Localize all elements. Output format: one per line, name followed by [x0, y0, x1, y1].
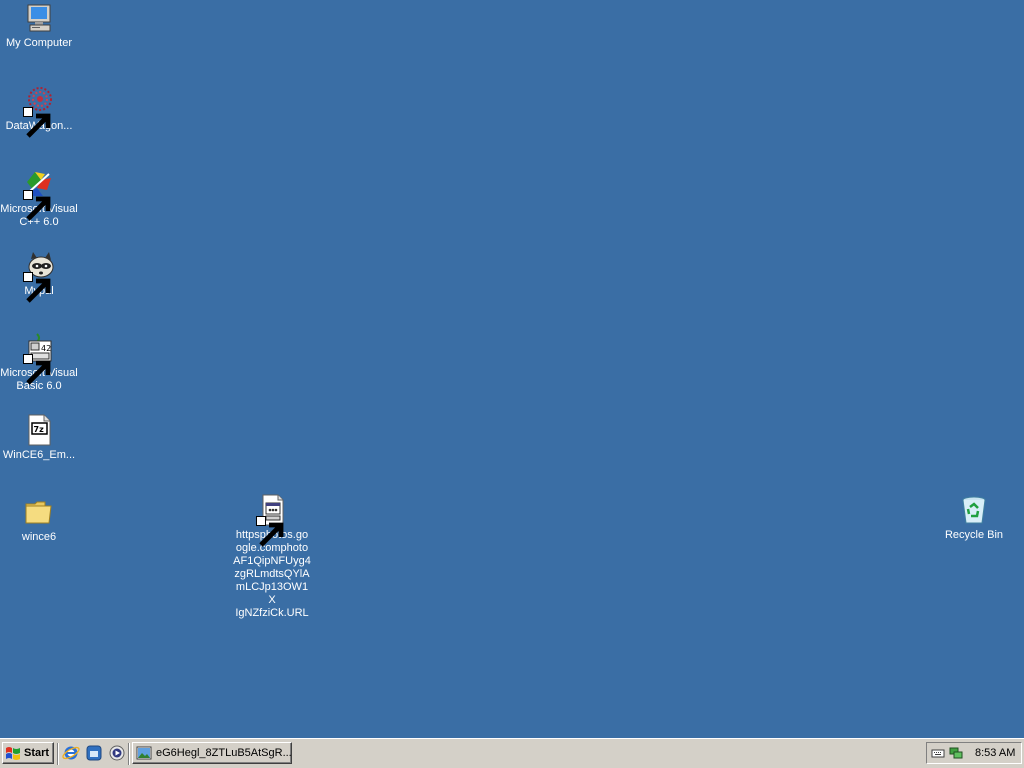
desktop-icon-wince6-folder[interactable]: wince6 [0, 496, 78, 544]
start-label: Start [24, 747, 50, 759]
network-icon[interactable] [949, 746, 963, 760]
url-file-icon [256, 494, 288, 547]
quick-launch-bar [62, 744, 126, 762]
7z-archive-icon: 7z [23, 414, 55, 446]
shortcut-arrow-icon [23, 107, 51, 138]
shortcut-arrow-icon [23, 272, 51, 303]
shortcut-arrow-icon [256, 516, 284, 547]
desktop-icon-my-computer[interactable]: My Computer [0, 2, 78, 50]
raccoon-icon [23, 250, 55, 303]
desktop-icon-label: My Computer [5, 37, 73, 49]
desktop-icon-recycle-bin[interactable]: Recycle Bin [935, 494, 1013, 542]
internet-explorer-icon[interactable] [62, 744, 80, 762]
taskbar-separator [128, 743, 130, 765]
desktop-icon-visual-cpp[interactable]: Microsoft Visual C++ 6.0 [0, 168, 78, 229]
show-desktop-icon[interactable] [85, 744, 103, 762]
windows-logo-icon [6, 747, 20, 760]
datawagon-icon [23, 85, 55, 138]
visual-cpp-icon [23, 168, 55, 221]
taskbar-window-label: eG6Hegl_8ZTLuB5AtSgR... [156, 747, 292, 759]
taskbar: Start eG6Hegl_8ZTLuB5AtSgR... 8:53 AM [0, 738, 1024, 768]
svg-text:42: 42 [41, 344, 51, 353]
computer-icon [23, 2, 55, 34]
image-window-icon [136, 746, 152, 760]
desktop-icon-label: Recycle Bin [944, 529, 1004, 541]
taskbar-separator [57, 743, 59, 765]
shortcut-arrow-icon [23, 354, 51, 385]
desktop-icon-url-shortcut[interactable]: httpsphotos.go ogle.comphoto AF1QipNFUyg… [233, 494, 311, 620]
clock[interactable]: 8:53 AM [975, 747, 1015, 759]
keyboard-icon[interactable] [931, 746, 945, 760]
desktop-icon-mypal[interactable]: Mypal [0, 250, 78, 303]
desktop-icon-visual-basic[interactable]: 42 Microsoft Visual Basic 6.0 [0, 332, 78, 393]
desktop-icon-datawagon[interactable]: DataWagon... [0, 85, 78, 138]
svg-text:7z: 7z [34, 425, 45, 434]
recycle-bin-icon [958, 494, 990, 526]
folder-icon [23, 496, 55, 528]
media-player-icon[interactable] [108, 744, 126, 762]
system-tray: 8:53 AM [926, 742, 1022, 764]
desktop-icon-wince6-archive[interactable]: 7z WinCE6_Em... [0, 414, 78, 462]
desktop-icon-label: wince6 [21, 531, 57, 543]
start-button[interactable]: Start [2, 742, 54, 764]
visual-basic-icon: 42 [23, 332, 55, 385]
taskbar-window-button[interactable]: eG6Hegl_8ZTLuB5AtSgR... [132, 742, 292, 764]
shortcut-arrow-icon [23, 190, 51, 221]
desktop-icon-label: WinCE6_Em... [2, 449, 76, 461]
